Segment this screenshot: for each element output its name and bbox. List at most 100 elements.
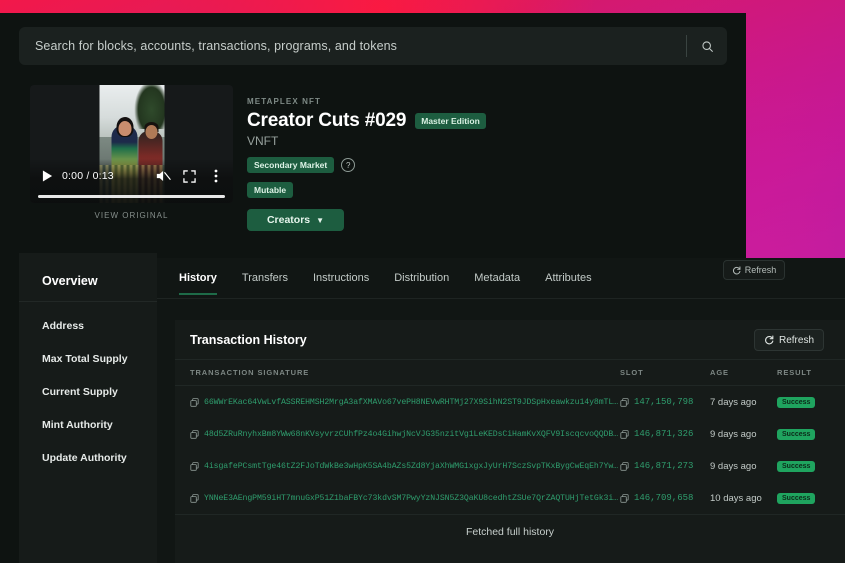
signature-cell: 66WWrEKac64VwLvfASSREHMSH2MrgA3afXMAVo67… [175,398,620,407]
age-value: 7 days ago [710,396,757,408]
fullscreen-button[interactable] [181,168,198,185]
table-header-row: TRANSACTION SIGNATURE SLOT AGE RESULT [175,360,845,385]
sidebar-item-address[interactable]: Address [42,310,157,343]
more-options-button[interactable] [207,168,224,185]
tab-metadata[interactable]: Metadata [474,258,520,298]
sidebar-item-current-supply[interactable]: Current Supply [42,376,157,409]
copy-icon[interactable] [190,429,199,439]
nft-symbol: VNFT [247,134,279,148]
age-value: 9 days ago [710,428,757,440]
nft-media-player[interactable]: 0:00 / 0:13 [30,85,233,203]
slot-cell: 147,150,798 [620,397,710,407]
transaction-signature[interactable]: 66WWrEKac64VwLvfASSREHMSH2MrgA3afXMAVo67… [204,398,620,407]
play-button[interactable] [39,168,55,184]
column-header-result: RESULT [777,368,812,377]
signature-cell: YNNeE3AEngPM59iHT7mnuGxP51Z1baFBYc73kdvS… [175,494,620,503]
column-header-age: AGE [710,368,729,377]
slot-value[interactable]: 146,871,273 [634,461,693,471]
mutable-row: Mutable [247,180,647,198]
transaction-history-header: Transaction History Refresh [175,320,845,359]
table-row: YNNeE3AEngPM59iHT7mnuGxP51Z1baFBYc73kdvS… [175,482,845,514]
copy-icon[interactable] [620,397,629,407]
result-cell: Success [777,460,845,472]
transaction-history-card: Transaction History Refresh TRANSACTION … [175,320,845,563]
video-progress-bar[interactable] [38,195,225,198]
muted-volume-icon [156,171,171,181]
edition-badge: Master Edition [415,113,486,129]
copy-icon[interactable] [620,493,629,503]
video-person-right-face [145,125,157,139]
chevron-down-icon: ▼ [316,215,325,225]
overview-title: Overview [42,274,98,288]
overview-panel: Overview Address Max Total Supply Curren… [19,253,157,563]
copy-icon[interactable] [190,461,199,471]
view-original-link[interactable]: VIEW ORIGINAL [30,211,233,220]
overview-list: Address Max Total Supply Current Supply … [42,310,157,475]
tab-attributes[interactable]: Attributes [545,258,591,298]
play-icon [42,170,52,182]
slot-cell: 146,871,273 [620,461,710,471]
slot-cell: 146,709,658 [620,493,710,503]
search-icon [701,40,713,52]
transaction-signature[interactable]: YNNeE3AEngPM59iHT7mnuGxP51Z1baFBYc73kdvS… [204,494,620,503]
signature-cell: 4isgafePCsmtTge46tZ2FJoTdWkBe3wHpK5SA4bA… [175,462,620,471]
age-value: 9 days ago [710,460,757,472]
signature-cell: 48d5ZRuRnyhxBm8YWw68nKVsyvrzCUhfPz4o4Gih… [175,430,620,439]
status-badge: Success [777,397,816,408]
tab-history[interactable]: History [179,258,217,298]
column-header-slot: SLOT [620,368,644,377]
table-row: 66WWrEKac64VwLvfASSREHMSH2MrgA3afXMAVo67… [175,386,845,418]
tab-distribution[interactable]: Distribution [394,258,449,298]
refresh-button-label: Refresh [778,334,814,346]
video-person-left-face [118,121,131,136]
copy-icon[interactable] [620,461,629,471]
nft-standard-label: METAPLEX NFT [247,97,321,106]
copy-icon[interactable] [190,397,199,407]
search-button[interactable] [687,27,727,65]
nft-info: METAPLEX NFT Creator Cuts #029 Master Ed… [247,97,647,231]
page-title: Creator Cuts #029 [247,110,407,131]
result-cell: Success [777,396,845,408]
history-footer-status: Fetched full history [465,526,555,538]
nft-hero: 0:00 / 0:13 VIEW ORIGINAL METAPLEX NFT C… [30,85,730,231]
status-badge: Success [777,461,816,472]
fullscreen-icon [183,169,196,183]
tab-instructions[interactable]: Instructions [313,258,369,298]
result-cell: Success [777,492,845,504]
table-row: 48d5ZRuRnyhxBm8YWw68nKVsyvrzCUhfPz4o4Gih… [175,418,845,450]
question-mark-icon[interactable]: ? [341,158,356,172]
age-value: 10 days ago [710,492,762,504]
slot-cell: 146,871,326 [620,429,710,439]
slot-value[interactable]: 146,709,658 [634,493,693,503]
mute-button[interactable] [155,168,172,185]
video-time-display: 0:00 / 0:13 [62,170,114,182]
slot-value[interactable]: 147,150,798 [634,397,693,407]
refresh-icon [765,335,774,345]
creators-button-label: Creators [266,214,311,226]
result-cell: Success [777,428,845,440]
search-bar[interactable] [19,27,727,65]
search-input[interactable] [19,38,686,54]
nft-title-row: Creator Cuts #029 Master Edition [247,110,647,132]
more-vertical-icon [214,169,217,183]
sidebar-item-max-total-supply[interactable]: Max Total Supply [42,343,157,376]
table-row: 4isgafePCsmtTge46tZ2FJoTdWkBe3wHpK5SA4bA… [175,450,845,482]
slot-value[interactable]: 146,871,326 [634,429,693,439]
copy-icon[interactable] [620,429,629,439]
transaction-signature[interactable]: 4isgafePCsmtTge46tZ2FJoTdWkBe3wHpK5SA4bA… [204,462,620,471]
column-header-signature: TRANSACTION SIGNATURE [190,368,310,377]
transaction-signature[interactable]: 48d5ZRuRnyhxBm8YWw68nKVsyvrzCUhfPz4o4Gih… [204,430,620,439]
sidebar-item-mint-authority[interactable]: Mint Authority [42,409,157,442]
status-badge: Success [777,493,816,504]
overview-divider [19,301,157,302]
refresh-button[interactable]: Refresh [753,329,824,351]
copy-icon[interactable] [190,493,199,503]
creators-button[interactable]: Creators ▼ [247,209,344,231]
tab-transfers[interactable]: Transfers [242,258,288,298]
tabs-underline [157,298,845,299]
mutable-badge: Mutable [247,182,294,198]
status-badge: Success [777,429,816,440]
secondary-market-badge: Secondary Market [247,157,335,173]
sidebar-item-update-authority[interactable]: Update Authority [42,442,157,475]
main-content-panel: Refresh History Transfers Instructions D… [157,258,845,563]
